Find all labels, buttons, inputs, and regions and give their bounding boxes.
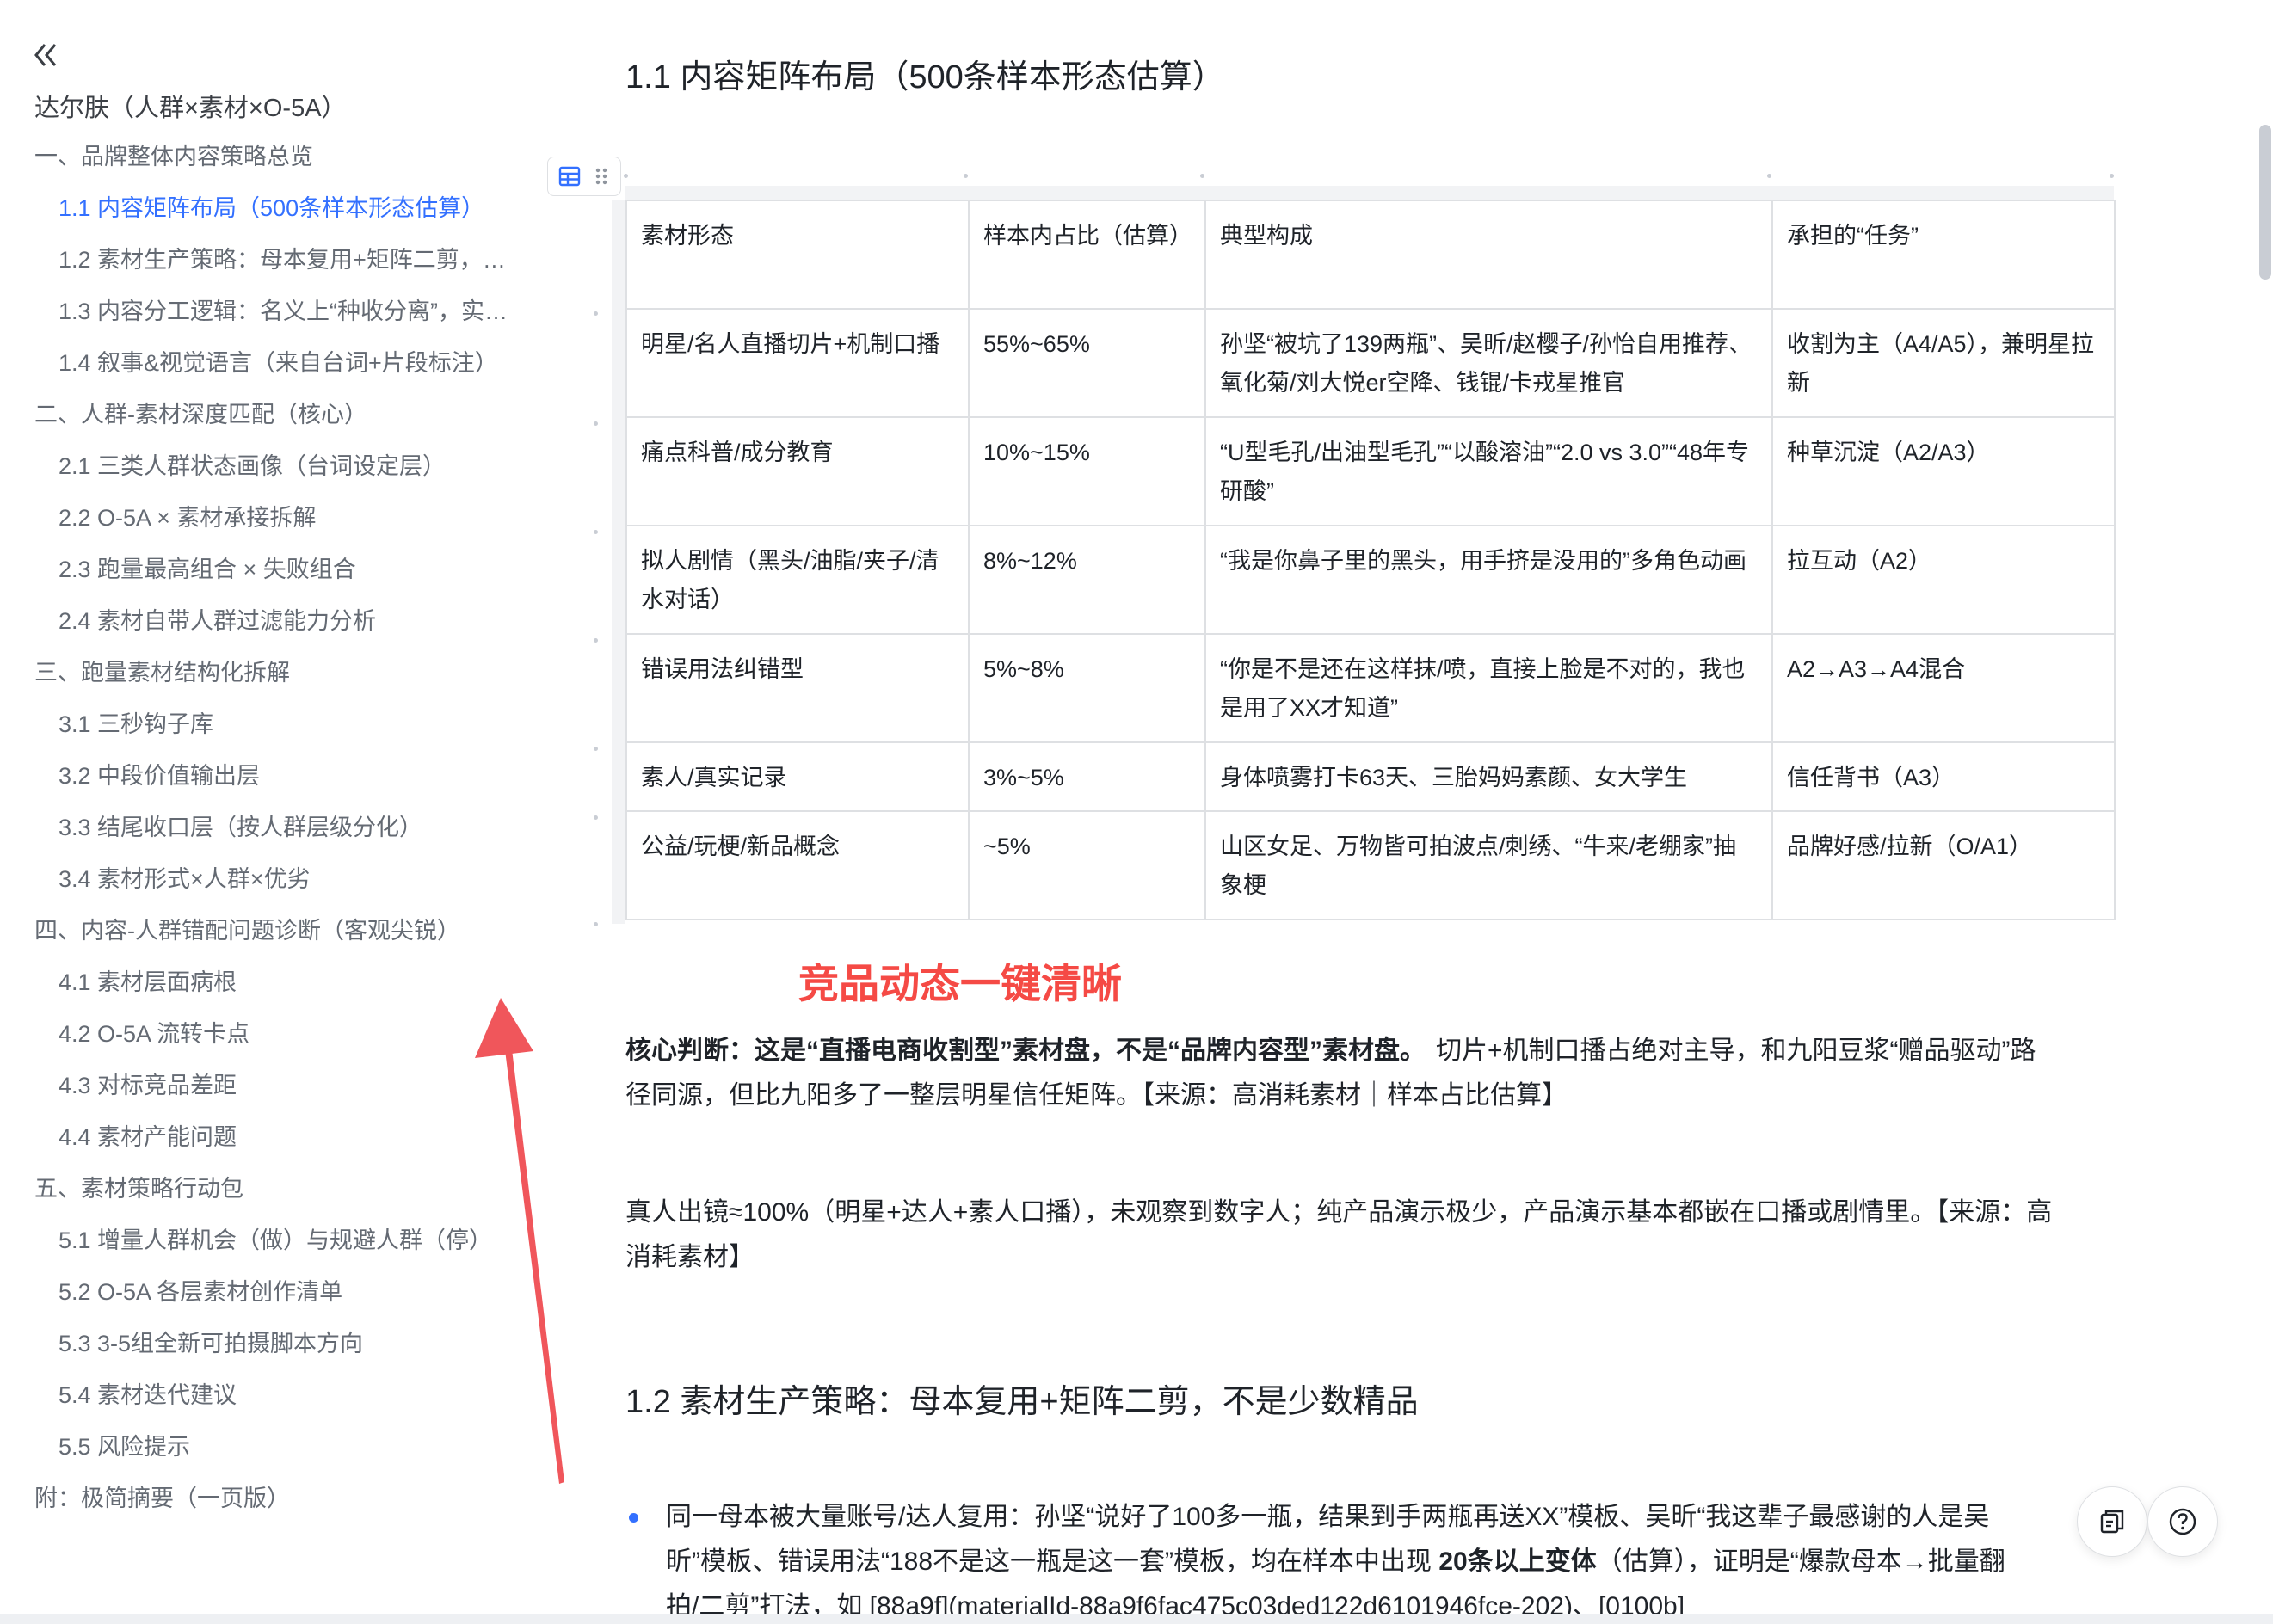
toc-item[interactable]: 2.4 素材自带人群过滤能力分析 bbox=[59, 604, 376, 638]
scrollbar-thumb[interactable] bbox=[2259, 125, 2271, 280]
annotation-text: 竞品动态一键清晰 bbox=[798, 961, 1122, 1006]
rail-dot bbox=[594, 421, 598, 426]
rail-dot bbox=[594, 747, 598, 751]
toc-item[interactable]: 3.1 三秒钩子库 bbox=[59, 707, 213, 741]
table-header-cell[interactable]: 承担的“任务” bbox=[1771, 200, 2116, 310]
table-header-cell[interactable]: 典型构成 bbox=[1204, 200, 1773, 310]
table-cell[interactable]: 55%~65% bbox=[968, 308, 1206, 418]
table-cell[interactable]: 孙坚“被坑了139两瓶”、吴昕/赵樱子/孙怡自用推荐、氧化菊/刘大悦er空降、钱… bbox=[1204, 308, 1773, 418]
table-block-handle[interactable] bbox=[547, 157, 621, 196]
help-icon bbox=[2169, 1508, 2196, 1535]
table-cell[interactable]: 种草沉淀（A2/A3） bbox=[1771, 416, 2116, 526]
toc-item[interactable]: 二、人群-素材深度匹配（核心） bbox=[34, 397, 367, 432]
column-dot bbox=[964, 174, 968, 178]
column-dot bbox=[1200, 174, 1204, 178]
toc-item[interactable]: 附：极简摘要（一页版） bbox=[34, 1481, 290, 1516]
table-cell[interactable]: “我是你鼻子里的黑头，用手挤是没用的”多角色动画 bbox=[1204, 525, 1773, 635]
table-row-bar[interactable] bbox=[612, 200, 625, 924]
bullet-dot bbox=[629, 1513, 638, 1522]
rail-dot bbox=[594, 922, 598, 926]
bullet-paragraph: 同一母本被大量账号/达人复用：孙坚“说好了100多一瓶，结果到手两瓶再送XX”模… bbox=[666, 1495, 2034, 1615]
table-row: 错误用法纠错型 5%~8% “你是不是还在这样抹/喷，直接上脸是不对的，我也是用了X… bbox=[625, 633, 2116, 743]
table-cell[interactable]: ~5% bbox=[968, 810, 1206, 920]
column-dot bbox=[1767, 174, 1771, 178]
table-cell[interactable]: 痛点科普/成分教育 bbox=[625, 416, 970, 526]
section-heading-1-2: 1.2 素材生产策略：母本复用+矩阵二剪，不是少数精品 bbox=[625, 1384, 1419, 1420]
table-cell[interactable]: 拟人剧情（黑头/油脂/夹子/清水对话） bbox=[625, 525, 970, 635]
copy-button[interactable] bbox=[2077, 1486, 2147, 1557]
table-cell[interactable]: A2→A3→A4混合 bbox=[1771, 633, 2116, 743]
table-row: 痛点科普/成分教育 10%~15% “U型毛孔/出油型毛孔”“以酸溶油”“2.0 v… bbox=[625, 416, 2116, 526]
table-header-cell[interactable]: 样本内占比（估算） bbox=[968, 200, 1206, 310]
table-cell[interactable]: “你是不是还在这样抹/喷，直接上脸是不对的，我也是用了XX才知道” bbox=[1204, 633, 1773, 743]
toc-item[interactable]: 5.2 O-5A 各层素材创作清单 bbox=[59, 1275, 342, 1309]
horizontal-scrollbar[interactable] bbox=[0, 1614, 2273, 1624]
real-person-paragraph: 真人出镜≈100%（明星+达人+素人口播），未观察到数字人；纯产品演示极少，产品… bbox=[625, 1198, 2053, 1271]
column-dot bbox=[2110, 174, 2114, 178]
table-column-bar[interactable] bbox=[625, 186, 2114, 200]
table-cell[interactable]: 10%~15% bbox=[968, 416, 1206, 526]
section-heading-1-1: 1.1 内容矩阵布局（500条样本形态估算） bbox=[625, 59, 1225, 95]
table-cell[interactable]: 错误用法纠错型 bbox=[625, 633, 970, 743]
table-cell[interactable]: 山区女足、万物皆可拍波点/刺绣、“牛来/老绷家”抽象梗 bbox=[1204, 810, 1773, 920]
toc-item[interactable]: 2.2 O-5A × 素材承接拆解 bbox=[59, 501, 316, 535]
table-cell[interactable]: 8%~12% bbox=[968, 525, 1206, 635]
core-judgment-bold: 核心判断：这是“直播电商收割型”素材盘，不是“品牌内容型”素材盘。 bbox=[625, 1037, 1426, 1065]
toc-item[interactable]: 5.4 素材迭代建议 bbox=[59, 1378, 237, 1412]
toc-item[interactable]: 1.4 叙事&视觉语言（来自台词+片段标注） bbox=[59, 346, 498, 380]
toc-item[interactable]: 2.1 三类人群状态画像（台词设定层） bbox=[59, 449, 446, 483]
table-icon bbox=[558, 166, 581, 187]
double-chevron-left-icon bbox=[34, 44, 57, 66]
toc-item[interactable]: 四、内容-人群错配问题诊断（客观尖锐） bbox=[34, 914, 460, 948]
toc-item[interactable]: 1.3 内容分工逻辑：名义上“种收分离”，实则收割主导 bbox=[59, 294, 510, 329]
table-cell[interactable]: 3%~5% bbox=[968, 741, 1206, 812]
toc-item[interactable]: 5.3 3-5组全新可拍摄脚本方向 bbox=[59, 1326, 363, 1361]
toc-item[interactable]: 1.1 内容矩阵布局（500条样本形态估算） bbox=[59, 191, 484, 225]
drag-handle-icon[interactable] bbox=[593, 163, 610, 189]
table-row: 素人/真实记录 3%~5% 身体喷雾打卡63天、三胎妈妈素颜、女大学生 信任背书（A3… bbox=[625, 741, 2116, 812]
table-cell[interactable]: 品牌好感/拉新（O/A1） bbox=[1771, 810, 2116, 920]
toc-item[interactable]: 5.5 风险提示 bbox=[59, 1430, 190, 1464]
bullet-bold: 20条以上变体 bbox=[1438, 1547, 1597, 1576]
toc-item[interactable]: 4.3 对标竞品差距 bbox=[59, 1068, 237, 1103]
table-cell[interactable]: “U型毛孔/出油型毛孔”“以酸溶油”“2.0 vs 3.0”“48年专研酸” bbox=[1204, 416, 1773, 526]
toc-item[interactable]: 4.4 素材产能问题 bbox=[59, 1120, 237, 1154]
table-cell[interactable]: 信任背书（A3） bbox=[1771, 741, 2116, 812]
table-row: 公益/玩梗/新品概念 ~5% 山区女足、万物皆可拍波点/刺绣、“牛来/老绷家”抽象梗… bbox=[625, 810, 2116, 920]
core-judgment-paragraph: 核心判断：这是“直播电商收割型”素材盘，不是“品牌内容型”素材盘。 切片+机制口播… bbox=[625, 1029, 2054, 1118]
toc-item[interactable]: 5.1 增量人群机会（做）与规避人群（停） bbox=[59, 1223, 492, 1258]
toc-item[interactable]: 三、跑量素材结构化拆解 bbox=[34, 655, 290, 690]
table-cell[interactable]: 拉互动（A2） bbox=[1771, 525, 2116, 635]
help-button[interactable] bbox=[2147, 1486, 2218, 1557]
toc-item[interactable]: 4.1 素材层面病根 bbox=[59, 965, 237, 1000]
toc-item[interactable]: 2.3 跑量最高组合 × 失败组合 bbox=[59, 552, 356, 587]
toc-document-title[interactable]: 达尔肤（人群×素材×O-5A） bbox=[34, 88, 347, 124]
table-row: 明星/名人直播切片+机制口播 55%~65% 孙坚“被坑了139两瓶”、吴昕/赵樱子… bbox=[625, 308, 2116, 418]
table-cell[interactable]: 身体喷雾打卡63天、三胎妈妈素颜、女大学生 bbox=[1204, 741, 1773, 812]
rail-dot bbox=[594, 638, 598, 643]
table-header-row: 素材形态 样本内占比（估算） 典型构成 承担的“任务” bbox=[625, 200, 2116, 310]
copy-icon bbox=[2100, 1510, 2124, 1534]
table-cell[interactable]: 素人/真实记录 bbox=[625, 741, 970, 812]
table-cell[interactable]: 5%~8% bbox=[968, 633, 1206, 743]
collapse-sidebar-button[interactable] bbox=[29, 38, 64, 72]
toc-item[interactable]: 4.2 O-5A 流转卡点 bbox=[59, 1017, 249, 1051]
toc-item[interactable]: 3.4 素材形式×人群×优劣 bbox=[59, 862, 311, 896]
rail-dot bbox=[594, 530, 598, 534]
table-row: 拟人剧情（黑头/油脂/夹子/清水对话） 8%~12% “我是你鼻子里的黑头，用手挤是… bbox=[625, 525, 2116, 635]
table-header-cell[interactable]: 素材形态 bbox=[625, 200, 970, 310]
rail-dot bbox=[594, 815, 598, 820]
toc-item[interactable]: 3.3 结尾收口层（按人群层级分化） bbox=[59, 810, 422, 845]
annotation-arrow bbox=[475, 998, 564, 1484]
toc-item[interactable]: 3.2 中段价值输出层 bbox=[59, 759, 260, 793]
toc-item[interactable]: 五、素材策略行动包 bbox=[34, 1172, 243, 1206]
table-cell[interactable]: 明星/名人直播切片+机制口播 bbox=[625, 308, 970, 418]
table-cell[interactable]: 收割为主（A4/A5），兼明星拉新 bbox=[1771, 308, 2116, 418]
table-cell[interactable]: 公益/玩梗/新品概念 bbox=[625, 810, 970, 920]
toc-item[interactable]: 一、品牌整体内容策略总览 bbox=[34, 139, 313, 174]
rail-dot bbox=[594, 311, 598, 316]
toc-item[interactable]: 1.2 素材生产策略：母本复用+矩阵二剪，不是少数精品 bbox=[59, 243, 510, 277]
content-matrix-table: 素材形态 样本内占比（估算） 典型构成 承担的“任务” 明星/名人直播切片+机制口播 55… bbox=[625, 200, 2116, 920]
column-dot bbox=[624, 174, 628, 178]
